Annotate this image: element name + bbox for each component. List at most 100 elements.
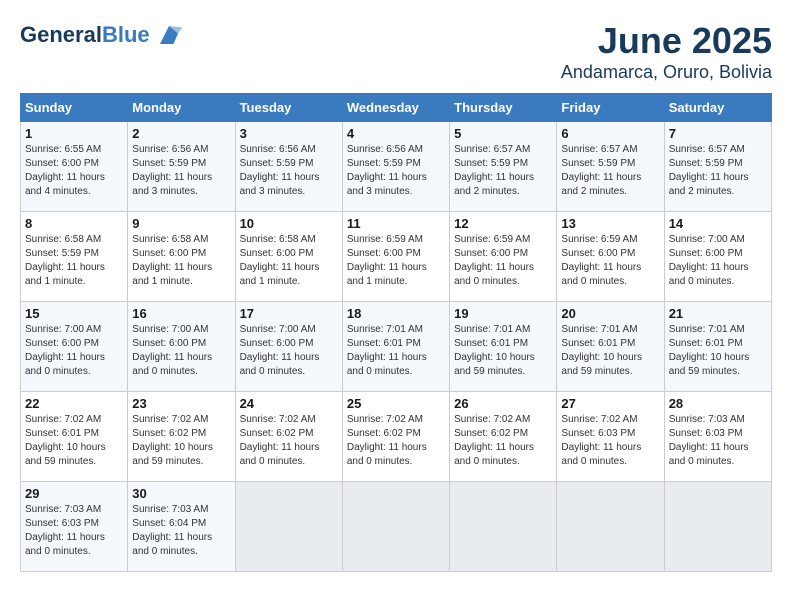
- calendar-cell: 27Sunrise: 7:02 AM Sunset: 6:03 PM Dayli…: [557, 392, 664, 482]
- subtitle: Andamarca, Oruro, Bolivia: [561, 62, 772, 83]
- calendar-cell: 2 Sunrise: 6:56 AM Sunset: 5:59 PM Daylig…: [128, 122, 235, 212]
- calendar-cell: 17 Sunrise: 7:00 AM Sunset: 6:00 PM Dayli…: [235, 302, 342, 392]
- calendar-cell: 24Sunrise: 7:02 AM Sunset: 6:02 PM Dayli…: [235, 392, 342, 482]
- day-info: Sunrise: 7:01 AM Sunset: 6:01 PM Dayligh…: [669, 323, 767, 379]
- empty-cell: [450, 482, 557, 572]
- calendar-cell: 23 Sunrise: 7:02 AM Sunset: 6:02 PM Dayli…: [128, 392, 235, 482]
- day-info: Sunrise: 7:00 AM Sunset: 6:00 PM Dayligh…: [240, 323, 338, 379]
- calendar-cell: 7 Sunrise: 6:57 AM Sunset: 5:59 PM Daylig…: [664, 122, 771, 212]
- col-tuesday: Tuesday: [235, 94, 342, 122]
- day-number: 25: [347, 396, 445, 411]
- day-number: 18: [347, 306, 445, 321]
- day-number: 8: [25, 216, 123, 231]
- day-number: 15: [25, 306, 123, 321]
- calendar-cell: 8 Sunrise: 6:58 AM Sunset: 5:59 PM Daylig…: [21, 212, 128, 302]
- day-info: Sunrise: 7:03 AM Sunset: 6:03 PM Dayligh…: [669, 413, 767, 469]
- calendar-cell: 5Sunrise: 6:57 AM Sunset: 5:59 PM Daylig…: [450, 122, 557, 212]
- calendar-cell: 30 Sunrise: 7:03 AM Sunset: 6:04 PM Dayli…: [128, 482, 235, 572]
- calendar-cell: 18 Sunrise: 7:01 AM Sunset: 6:01 PM Dayli…: [342, 302, 449, 392]
- page-header: GeneralBlue June 2025 Andamarca, Oruro, …: [20, 20, 772, 83]
- month-title: June 2025: [561, 20, 772, 62]
- calendar-cell: 6 Sunrise: 6:57 AM Sunset: 5:59 PM Daylig…: [557, 122, 664, 212]
- day-number: 26: [454, 396, 552, 411]
- day-number: 10: [240, 216, 338, 231]
- calendar-row: 8 Sunrise: 6:58 AM Sunset: 5:59 PM Daylig…: [21, 212, 772, 302]
- day-number: 19: [454, 306, 552, 321]
- empty-cell: [664, 482, 771, 572]
- col-sunday: Sunday: [21, 94, 128, 122]
- day-number: 14: [669, 216, 767, 231]
- calendar-cell: 20 Sunrise: 7:01 AM Sunset: 6:01 PM Dayli…: [557, 302, 664, 392]
- day-number: 16: [132, 306, 230, 321]
- logo: GeneralBlue: [20, 20, 184, 50]
- calendar-row: 22Sunrise: 7:02 AM Sunset: 6:01 PM Dayli…: [21, 392, 772, 482]
- calendar-cell: 4Sunrise: 6:56 AM Sunset: 5:59 PM Daylig…: [342, 122, 449, 212]
- day-number: 6: [561, 126, 659, 141]
- day-info: Sunrise: 7:01 AM Sunset: 6:01 PM Dayligh…: [561, 323, 659, 379]
- calendar-cell: 21Sunrise: 7:01 AM Sunset: 6:01 PM Dayli…: [664, 302, 771, 392]
- calendar-cell: 25 Sunrise: 7:02 AM Sunset: 6:02 PM Dayli…: [342, 392, 449, 482]
- calendar-cell: 19Sunrise: 7:01 AM Sunset: 6:01 PM Dayli…: [450, 302, 557, 392]
- day-info: Sunrise: 7:03 AM Sunset: 6:04 PM Dayligh…: [132, 503, 230, 559]
- day-number: 23: [132, 396, 230, 411]
- day-number: 5: [454, 126, 552, 141]
- day-number: 28: [669, 396, 767, 411]
- calendar-cell: 1 Sunrise: 6:55 AM Sunset: 6:00 PM Daylig…: [21, 122, 128, 212]
- day-info: Sunrise: 6:57 AM Sunset: 5:59 PM Dayligh…: [561, 143, 659, 199]
- day-info: Sunrise: 6:59 AM Sunset: 6:00 PM Dayligh…: [561, 233, 659, 289]
- day-number: 30: [132, 486, 230, 501]
- day-number: 29: [25, 486, 123, 501]
- day-info: Sunrise: 6:59 AM Sunset: 6:00 PM Dayligh…: [454, 233, 552, 289]
- day-number: 11: [347, 216, 445, 231]
- calendar-row: 29 Sunrise: 7:03 AM Sunset: 6:03 PM Dayli…: [21, 482, 772, 572]
- day-info: Sunrise: 7:00 AM Sunset: 6:00 PM Dayligh…: [25, 323, 123, 379]
- day-info: Sunrise: 6:58 AM Sunset: 6:00 PM Dayligh…: [240, 233, 338, 289]
- day-info: Sunrise: 6:55 AM Sunset: 6:00 PM Dayligh…: [25, 143, 123, 199]
- empty-cell: [342, 482, 449, 572]
- col-saturday: Saturday: [664, 94, 771, 122]
- col-thursday: Thursday: [450, 94, 557, 122]
- col-monday: Monday: [128, 94, 235, 122]
- day-info: Sunrise: 6:59 AM Sunset: 6:00 PM Dayligh…: [347, 233, 445, 289]
- day-number: 3: [240, 126, 338, 141]
- day-info: Sunrise: 6:56 AM Sunset: 5:59 PM Dayligh…: [240, 143, 338, 199]
- logo-text: GeneralBlue: [20, 23, 150, 47]
- calendar-cell: 16 Sunrise: 7:00 AM Sunset: 6:00 PM Dayli…: [128, 302, 235, 392]
- day-info: Sunrise: 7:02 AM Sunset: 6:02 PM Dayligh…: [454, 413, 552, 469]
- empty-cell: [557, 482, 664, 572]
- day-info: Sunrise: 6:58 AM Sunset: 6:00 PM Dayligh…: [132, 233, 230, 289]
- calendar-row: 15 Sunrise: 7:00 AM Sunset: 6:00 PM Dayli…: [21, 302, 772, 392]
- empty-cell: [235, 482, 342, 572]
- day-number: 17: [240, 306, 338, 321]
- day-number: 7: [669, 126, 767, 141]
- day-info: Sunrise: 7:03 AM Sunset: 6:03 PM Dayligh…: [25, 503, 123, 559]
- calendar-cell: 10 Sunrise: 6:58 AM Sunset: 6:00 PM Dayli…: [235, 212, 342, 302]
- day-number: 9: [132, 216, 230, 231]
- calendar-table: Sunday Monday Tuesday Wednesday Thursday…: [20, 93, 772, 572]
- day-number: 1: [25, 126, 123, 141]
- calendar-cell: 13 Sunrise: 6:59 AM Sunset: 6:00 PM Dayli…: [557, 212, 664, 302]
- col-wednesday: Wednesday: [342, 94, 449, 122]
- calendar-cell: 28 Sunrise: 7:03 AM Sunset: 6:03 PM Dayli…: [664, 392, 771, 482]
- day-info: Sunrise: 6:57 AM Sunset: 5:59 PM Dayligh…: [669, 143, 767, 199]
- col-friday: Friday: [557, 94, 664, 122]
- day-info: Sunrise: 6:56 AM Sunset: 5:59 PM Dayligh…: [132, 143, 230, 199]
- calendar-cell: 26 Sunrise: 7:02 AM Sunset: 6:02 PM Dayli…: [450, 392, 557, 482]
- day-info: Sunrise: 7:02 AM Sunset: 6:03 PM Dayligh…: [561, 413, 659, 469]
- calendar-cell: 29 Sunrise: 7:03 AM Sunset: 6:03 PM Dayli…: [21, 482, 128, 572]
- day-info: Sunrise: 7:02 AM Sunset: 6:02 PM Dayligh…: [347, 413, 445, 469]
- day-info: Sunrise: 7:00 AM Sunset: 6:00 PM Dayligh…: [132, 323, 230, 379]
- calendar-row: 1 Sunrise: 6:55 AM Sunset: 6:00 PM Daylig…: [21, 122, 772, 212]
- day-info: Sunrise: 6:58 AM Sunset: 5:59 PM Dayligh…: [25, 233, 123, 289]
- day-info: Sunrise: 7:01 AM Sunset: 6:01 PM Dayligh…: [347, 323, 445, 379]
- day-info: Sunrise: 7:02 AM Sunset: 6:02 PM Dayligh…: [132, 413, 230, 469]
- logo-icon: [154, 20, 184, 50]
- day-number: 12: [454, 216, 552, 231]
- header-row: Sunday Monday Tuesday Wednesday Thursday…: [21, 94, 772, 122]
- day-number: 4: [347, 126, 445, 141]
- day-number: 2: [132, 126, 230, 141]
- calendar-cell: 11 Sunrise: 6:59 AM Sunset: 6:00 PM Dayli…: [342, 212, 449, 302]
- day-number: 22: [25, 396, 123, 411]
- day-number: 20: [561, 306, 659, 321]
- day-number: 13: [561, 216, 659, 231]
